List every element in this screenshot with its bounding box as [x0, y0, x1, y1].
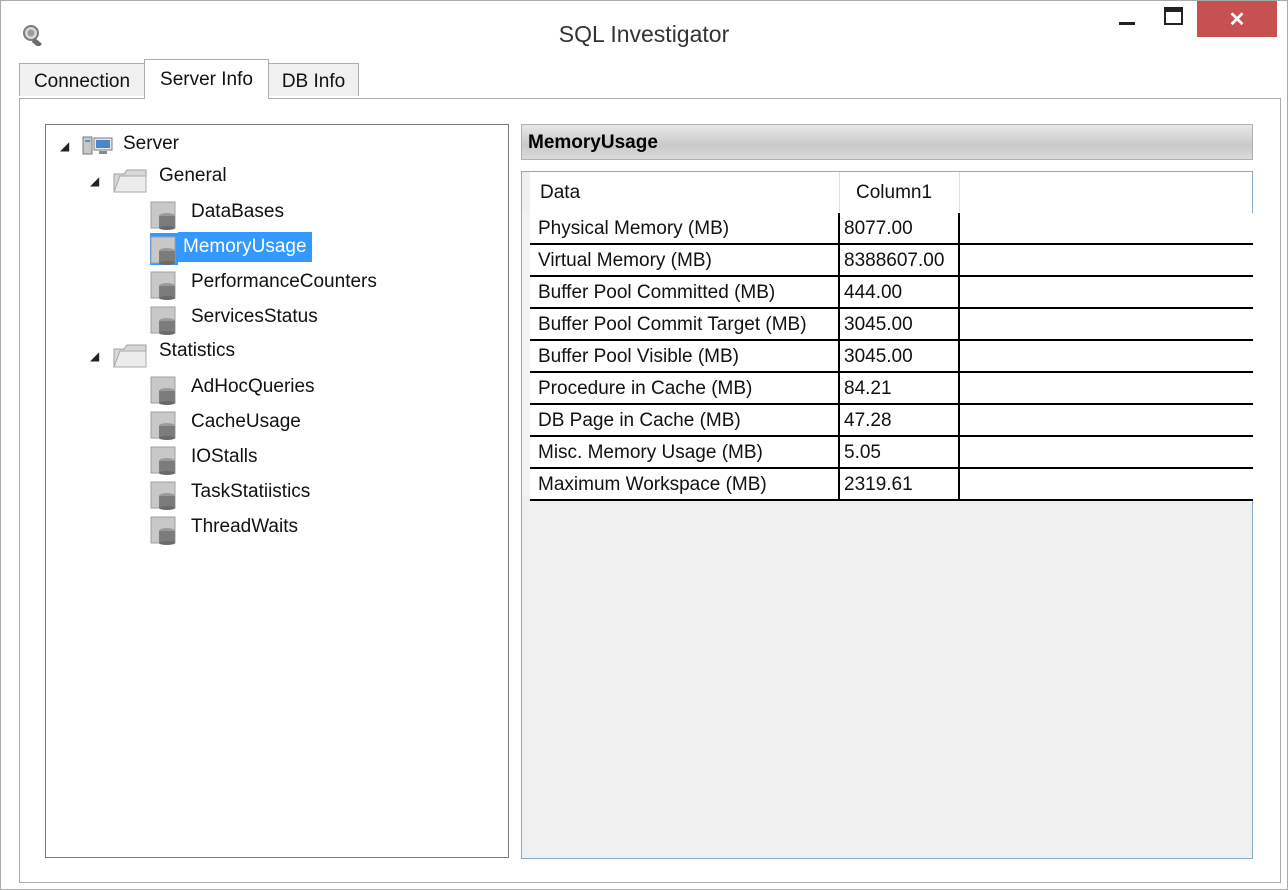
cell-data: Maximum Workspace (MB) [530, 469, 840, 499]
cell-data: Procedure in Cache (MB) [530, 373, 840, 403]
cell-data: Misc. Memory Usage (MB) [530, 437, 840, 467]
tree-node-label: ServicesStatus [191, 306, 318, 327]
table-row[interactable]: Procedure in Cache (MB) 84.21 [530, 373, 1253, 405]
server-icon [82, 136, 113, 155]
cell-value: 84.21 [840, 373, 960, 403]
folder-icon [113, 344, 147, 368]
table-row[interactable]: Buffer Pool Committed (MB) 444.00 [530, 277, 1253, 309]
cell-value: 3045.00 [840, 341, 960, 371]
minimize-button[interactable] [1109, 1, 1145, 33]
database-icon [150, 481, 176, 510]
tree-node-label: ThreadWaits [191, 516, 298, 537]
collapse-arrow-icon[interactable]: ◢ [90, 174, 99, 188]
collapse-arrow-icon[interactable]: ◢ [60, 139, 69, 153]
panel-title: MemoryUsage [521, 124, 1253, 160]
table-row[interactable]: Virtual Memory (MB) 8388607.00 [530, 245, 1253, 277]
cell-value: 3045.00 [840, 309, 960, 339]
database-icon [150, 516, 176, 545]
tree-item-servicesstatus[interactable]: ServicesStatus [150, 303, 323, 335]
cell-value: 2319.61 [840, 469, 960, 499]
cell-data: Physical Memory (MB) [530, 213, 840, 243]
tree-node-label: General [159, 165, 227, 186]
table-row[interactable]: Buffer Pool Commit Target (MB) 3045.00 [530, 309, 1253, 341]
table-row[interactable]: Buffer Pool Visible (MB) 3045.00 [530, 341, 1253, 373]
database-icon [150, 446, 176, 475]
tree-node-label: PerformanceCounters [191, 271, 377, 292]
table-row[interactable]: Misc. Memory Usage (MB) 5.05 [530, 437, 1253, 469]
database-icon [150, 271, 176, 300]
table-row[interactable]: Maximum Workspace (MB) 2319.61 [530, 469, 1253, 501]
column-header-column1[interactable]: Column1 [840, 172, 960, 213]
tree-item-performancecounters[interactable]: PerformanceCounters [150, 268, 382, 300]
tab-label: DB Info [281, 71, 346, 92]
maximize-button[interactable] [1155, 1, 1193, 33]
window-title: SQL Investigator [558, 21, 730, 47]
detail-panel: MemoryUsage Data Column1 Physical Memory… [521, 124, 1253, 859]
cell-value: 8077.00 [840, 213, 960, 243]
tab-connection[interactable]: Connection [19, 63, 145, 96]
cell-data: Buffer Pool Committed (MB) [530, 277, 840, 307]
tab-server-info[interactable]: Server Info [144, 59, 269, 99]
table-row[interactable]: Physical Memory (MB) 8077.00 [530, 213, 1253, 245]
database-icon [150, 411, 176, 440]
close-icon: ✕ [1228, 8, 1246, 31]
database-icon [150, 233, 178, 265]
cell-data: Virtual Memory (MB) [530, 245, 840, 275]
close-button[interactable]: ✕ [1197, 1, 1277, 37]
tree-node-label: TaskStatiistics [191, 481, 311, 502]
app-window: SQL Investigator ✕ Connection Server Inf… [0, 0, 1288, 890]
tree-item-taskstatiistics[interactable]: TaskStatiistics [150, 478, 315, 510]
tree-node-label: Statistics [159, 340, 236, 361]
tree-item-memoryusage[interactable]: MemoryUsage [150, 232, 312, 265]
server-tree[interactable]: ◢ Server ◢ General DataBases MemoryUsage… [45, 124, 509, 858]
tree-item-threadwaits[interactable]: ThreadWaits [150, 513, 303, 545]
tree-node-label: MemoryUsage [178, 232, 312, 262]
tree-node-label: AdHocQueries [191, 376, 315, 397]
title-bar[interactable]: SQL Investigator ✕ [1, 1, 1287, 63]
table-row[interactable]: DB Page in Cache (MB) 47.28 [530, 405, 1253, 437]
grid-header-row: Data Column1 [530, 172, 1252, 213]
cell-data: Buffer Pool Commit Target (MB) [530, 309, 840, 339]
tree-item-adhocqueries[interactable]: AdHocQueries [150, 373, 320, 405]
cell-value: 5.05 [840, 437, 960, 467]
tree-item-cacheusage[interactable]: CacheUsage [150, 408, 306, 440]
cell-value: 444.00 [840, 277, 960, 307]
database-icon [150, 376, 176, 405]
collapse-arrow-icon[interactable]: ◢ [90, 349, 99, 363]
folder-icon [113, 169, 147, 193]
tree-node-label: CacheUsage [191, 411, 301, 432]
cell-data: DB Page in Cache (MB) [530, 405, 840, 435]
column-header-data[interactable]: Data [530, 172, 840, 213]
database-icon [150, 306, 176, 335]
cell-value: 47.28 [840, 405, 960, 435]
maximize-icon [1164, 7, 1183, 25]
tree-item-databases[interactable]: DataBases [150, 198, 289, 230]
cell-value: 8388607.00 [840, 245, 960, 275]
data-grid[interactable]: Data Column1 Physical Memory (MB) 8077.0… [521, 171, 1253, 859]
tree-item-iostalls[interactable]: IOStalls [150, 443, 263, 475]
tab-label: Connection [33, 71, 131, 92]
tree-node-label: IOStalls [191, 446, 258, 467]
cell-data: Buffer Pool Visible (MB) [530, 341, 840, 371]
minimize-icon [1119, 22, 1135, 25]
database-icon [150, 201, 176, 230]
tab-label: Server Info [160, 69, 253, 90]
tree-node-label: Server [123, 133, 179, 154]
tab-db-info[interactable]: DB Info [268, 63, 359, 96]
tree-node-label: DataBases [191, 201, 284, 222]
